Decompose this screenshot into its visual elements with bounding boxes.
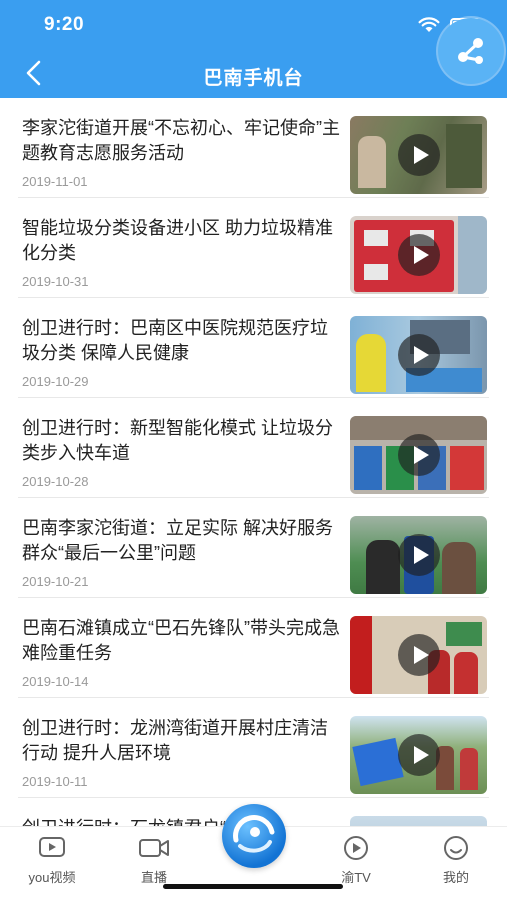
news-item[interactable]: 创卫进行时：龙洲湾街道开展村庄清洁行动 提升人居环境 2019-10-11 xyxy=(0,698,507,798)
news-date: 2019-10-31 xyxy=(22,274,89,289)
center-logo-button[interactable] xyxy=(222,804,286,868)
video-thumbnail[interactable] xyxy=(350,816,487,826)
video-thumbnail[interactable] xyxy=(350,216,487,294)
wifi-icon xyxy=(418,17,440,32)
news-date: 2019-10-29 xyxy=(22,374,89,389)
video-thumbnail[interactable] xyxy=(350,416,487,494)
video-thumbnail[interactable] xyxy=(350,516,487,594)
logo-icon xyxy=(233,815,275,853)
news-date: 2019-10-28 xyxy=(22,474,89,489)
news-date: 2019-10-11 xyxy=(22,774,88,789)
play-icon xyxy=(398,434,440,476)
play-icon xyxy=(398,134,440,176)
page-title: 巴南手机台 xyxy=(203,68,304,89)
news-title: 巴南李家沱街道：立足实际 解决好服务群众“最后一公里”问题 xyxy=(22,518,333,563)
news-list: 李家沱街道开展“不忘初心、牢记使命”主题教育志愿服务活动 2019-11-01 … xyxy=(0,98,507,826)
news-title: 李家沱街道开展“不忘初心、牢记使命”主题教育志愿服务活动 xyxy=(22,118,340,163)
play-icon xyxy=(398,634,440,676)
app-header: 9:20 巴南手机台 xyxy=(0,0,507,98)
news-item[interactable]: 创卫进行时：巴南区中医院规范医疗垃圾分类 保障人民健康 2019-10-29 xyxy=(0,298,507,398)
play-icon xyxy=(398,234,440,276)
video-thumbnail[interactable] xyxy=(350,116,487,194)
camera-icon xyxy=(139,839,169,857)
play-icon xyxy=(398,534,440,576)
share-icon xyxy=(458,38,483,64)
news-title: 创卫进行时：新型智能化模式 让垃圾分类步入快车道 xyxy=(22,418,333,463)
video-thumbnail[interactable] xyxy=(350,316,487,394)
news-item[interactable]: 创卫进行时：新型智能化模式 让垃圾分类步入快车道 2019-10-28 xyxy=(0,398,507,498)
status-time: 9:20 xyxy=(44,14,85,35)
play-circle-icon xyxy=(344,836,368,860)
tab-live[interactable]: 直播 xyxy=(104,835,204,886)
home-indicator xyxy=(163,884,343,889)
tab-label: 我的 xyxy=(442,870,469,885)
play-icon xyxy=(398,734,440,776)
play-icon xyxy=(398,334,440,376)
news-item[interactable]: 巴南石滩镇成立“巴石先锋队”带头完成急难险重任务 2019-10-14 xyxy=(0,598,507,698)
news-date: 2019-11-01 xyxy=(22,174,88,189)
news-date: 2019-10-21 xyxy=(22,574,89,589)
news-title: 智能垃圾分类设备进小区 助力垃圾精准化分类 xyxy=(22,218,333,263)
tab-mine[interactable]: 我的 xyxy=(406,835,506,886)
smiley-icon xyxy=(444,836,468,860)
news-date: 2019-10-14 xyxy=(22,674,89,689)
tab-yu-tv[interactable]: 渝TV xyxy=(306,835,406,886)
news-item[interactable]: 智能垃圾分类设备进小区 助力垃圾精准化分类 2019-10-31 xyxy=(0,198,507,298)
share-button[interactable] xyxy=(438,18,504,84)
news-item[interactable]: 巴南李家沱街道：立足实际 解决好服务群众“最后一公里”问题 2019-10-21 xyxy=(0,498,507,598)
news-title: 创卫进行时：石龙镇君户“清 xyxy=(22,816,340,826)
news-item[interactable]: 李家沱街道开展“不忘初心、牢记使命”主题教育志愿服务活动 2019-11-01 xyxy=(0,98,507,198)
news-title: 创卫进行时：巴南区中医院规范医疗垃圾分类 保障人民健康 xyxy=(22,318,328,363)
tab-you-video[interactable]: you视频 xyxy=(2,835,102,886)
news-title: 创卫进行时：龙洲湾街道开展村庄清洁行动 提升人居环境 xyxy=(22,718,328,763)
video-thumbnail[interactable] xyxy=(350,716,487,794)
tab-label: you视频 xyxy=(28,870,76,885)
video-icon xyxy=(39,837,65,857)
status-bar: 9:20 xyxy=(0,0,507,50)
news-title: 巴南石滩镇成立“巴石先锋队”带头完成急难险重任务 xyxy=(22,618,340,663)
video-thumbnail[interactable] xyxy=(350,616,487,694)
